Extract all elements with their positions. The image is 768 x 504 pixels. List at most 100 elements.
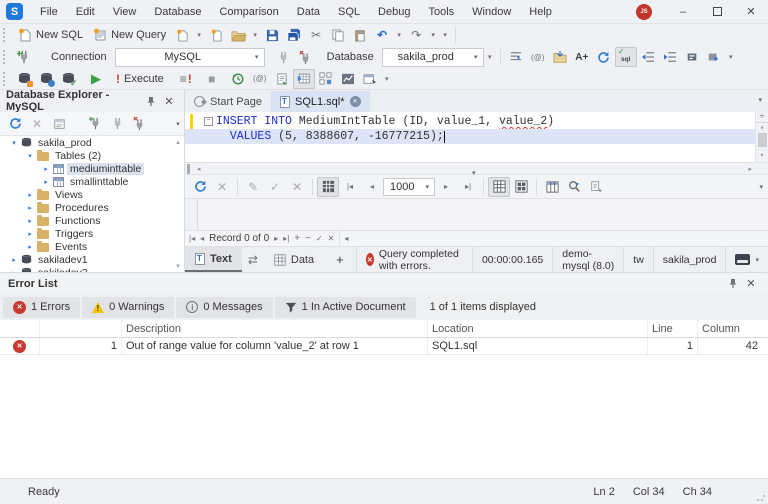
card-view-button[interactable] [510,177,532,197]
decrease-indent-button[interactable] [637,47,659,67]
validate-button[interactable]: ✓ [57,69,79,89]
grid-horizontal-scrollbar[interactable]: ◂ [339,231,768,246]
column-header-location[interactable]: Location [428,320,648,337]
parameters-button[interactable]: (@) [527,47,549,67]
append-record-button[interactable]: + [294,233,300,244]
query-builder-button[interactable] [315,69,337,89]
first-record-button[interactable]: |◂ [189,234,195,243]
chevron-down-icon[interactable]: ▾ [26,152,34,160]
save-all-button[interactable] [283,25,305,45]
column-header-line[interactable]: Line [648,320,698,337]
chevron-right-icon[interactable]: ▸ [26,243,34,251]
maximize-button[interactable] [700,0,734,23]
refresh-code-completion-button[interactable] [593,47,615,67]
menu-debug[interactable]: Debug [369,0,419,23]
pin-icon[interactable] [724,275,742,293]
query-history-button[interactable] [227,69,249,89]
execute-button[interactable]: ! Execute [111,69,169,89]
scroll-up-icon[interactable]: ▴ [176,138,180,146]
connection-select[interactable]: MySQL ▾ [115,48,265,67]
splitter-handle[interactable] [187,164,193,174]
chevron-down-icon[interactable]: ▾ [10,139,18,147]
menu-view[interactable]: View [104,0,146,23]
stop-button[interactable]: ■ [201,69,223,89]
apply-changes-button[interactable]: ✓ [264,177,286,197]
tree-node-tables[interactable]: ▾ Tables (2) [0,149,184,162]
paste-button[interactable] [349,25,371,45]
scroll-down-icon[interactable]: ▾ [176,262,180,270]
editor-vertical-scrollbar[interactable]: ÷ ▴ ▾ [755,112,768,162]
swap-view-button[interactable]: ⇄ [242,247,264,272]
collapse-results-icon[interactable]: ▾ [472,169,476,177]
close-tab-icon[interactable]: ✕ [350,96,361,107]
attach-results-toggle[interactable] [293,69,315,89]
sql-editor[interactable]: − INSERT INTO MediumIntTable (ID, value_… [185,112,768,162]
comment-button[interactable] [681,47,703,67]
resize-grip[interactable] [756,492,766,502]
open-file-button[interactable] [227,25,249,45]
scroll-left-icon[interactable]: ◂ [344,234,348,243]
results-grid[interactable] [185,198,768,230]
menu-data[interactable]: Data [288,0,329,23]
pin-icon[interactable] [142,92,160,110]
tab-sql1[interactable]: SQL1.sql* ✕ [271,91,370,112]
copy-button[interactable] [327,25,349,45]
redo-button[interactable]: ↷ [405,25,427,45]
explorer-refresh-button[interactable] [4,114,26,134]
tree-node-mediuminttable[interactable]: ▸ mediuminttable [0,162,184,175]
column-header-description[interactable]: Description [122,320,428,337]
sql-formatting-toggle[interactable]: sql ✓ [615,47,637,67]
toolbar2-overflow[interactable]: ▾ [725,47,737,67]
scroll-left-icon[interactable]: ◂ [197,165,201,173]
menu-file[interactable]: File [31,0,67,23]
new-file-button[interactable] [205,25,227,45]
chevron-right-icon[interactable]: ▸ [26,191,34,199]
new-document-button[interactable] [171,25,193,45]
scroll-up-icon[interactable]: ▴ [760,123,764,132]
grid-view-toggle[interactable] [488,177,510,197]
tree-node-triggers[interactable]: ▸ Triggers [0,227,184,240]
disconnect-button[interactable] [295,47,317,67]
prev-page-button[interactable]: ◂ [361,177,383,197]
format-document-button[interactable] [505,47,527,67]
toolbar-grip[interactable] [3,50,8,64]
connect-button[interactable] [273,47,295,67]
page-size-select[interactable]: 1000 ▾ [383,178,435,196]
run-button[interactable]: ▶ [85,69,107,89]
tab-list-dropdown[interactable]: ▾ [758,96,762,104]
tree-node-views[interactable]: ▸ Views [0,188,184,201]
uppercase-keywords-button[interactable]: A+ [571,47,593,67]
database-options-button[interactable] [35,69,57,89]
database-select[interactable]: sakila_prod ▾ [382,48,484,67]
toolbar3-overflow[interactable]: ▾ [381,69,393,89]
toolbar-grip[interactable] [3,28,8,42]
explorer-delete-button[interactable]: ✕ [26,114,48,134]
tree-node-events[interactable]: ▸ Events [0,240,184,253]
chevron-right-icon[interactable]: ▸ [42,165,50,173]
menu-tools[interactable]: Tools [419,0,463,23]
error-row[interactable]: ✕ 1 Out of range value for column 'value… [0,338,768,355]
save-button[interactable] [261,25,283,45]
editor-splitter-handle[interactable]: ÷ [756,112,768,123]
cancel-changes-button[interactable]: ✕ [286,177,308,197]
undo-button[interactable]: ↶ [371,25,393,45]
paging-toggle[interactable] [317,177,339,197]
column-header-column[interactable]: Column [698,320,768,337]
tree-node-database[interactable]: ▾ sakila_prod [0,136,184,149]
menu-database[interactable]: Database [145,0,210,23]
tab-data-view[interactable]: Data [264,247,324,272]
tree-node-sakiladev1[interactable]: ▸ sakiladev1 [0,253,184,266]
cancel-edit-button[interactable]: ✕ [328,234,335,243]
add-view-button[interactable]: + [324,247,356,272]
editor-horizontal-scrollbar[interactable]: ◂ ▸ [185,162,768,174]
chevron-right-icon[interactable]: ▸ [26,217,34,225]
tree-node-procedures[interactable]: ▸ Procedures [0,201,184,214]
edit-parameters-button[interactable]: (@) [249,69,271,89]
incremental-search-button[interactable] [563,177,585,197]
menu-comparison[interactable]: Comparison [210,0,287,23]
chevron-right-icon[interactable]: ▸ [26,204,34,212]
open-containing-folder-button[interactable] [549,47,571,67]
connection-indicator[interactable]: ▾ [725,247,768,272]
menu-help[interactable]: Help [520,0,561,23]
generate-script-button[interactable] [271,69,293,89]
